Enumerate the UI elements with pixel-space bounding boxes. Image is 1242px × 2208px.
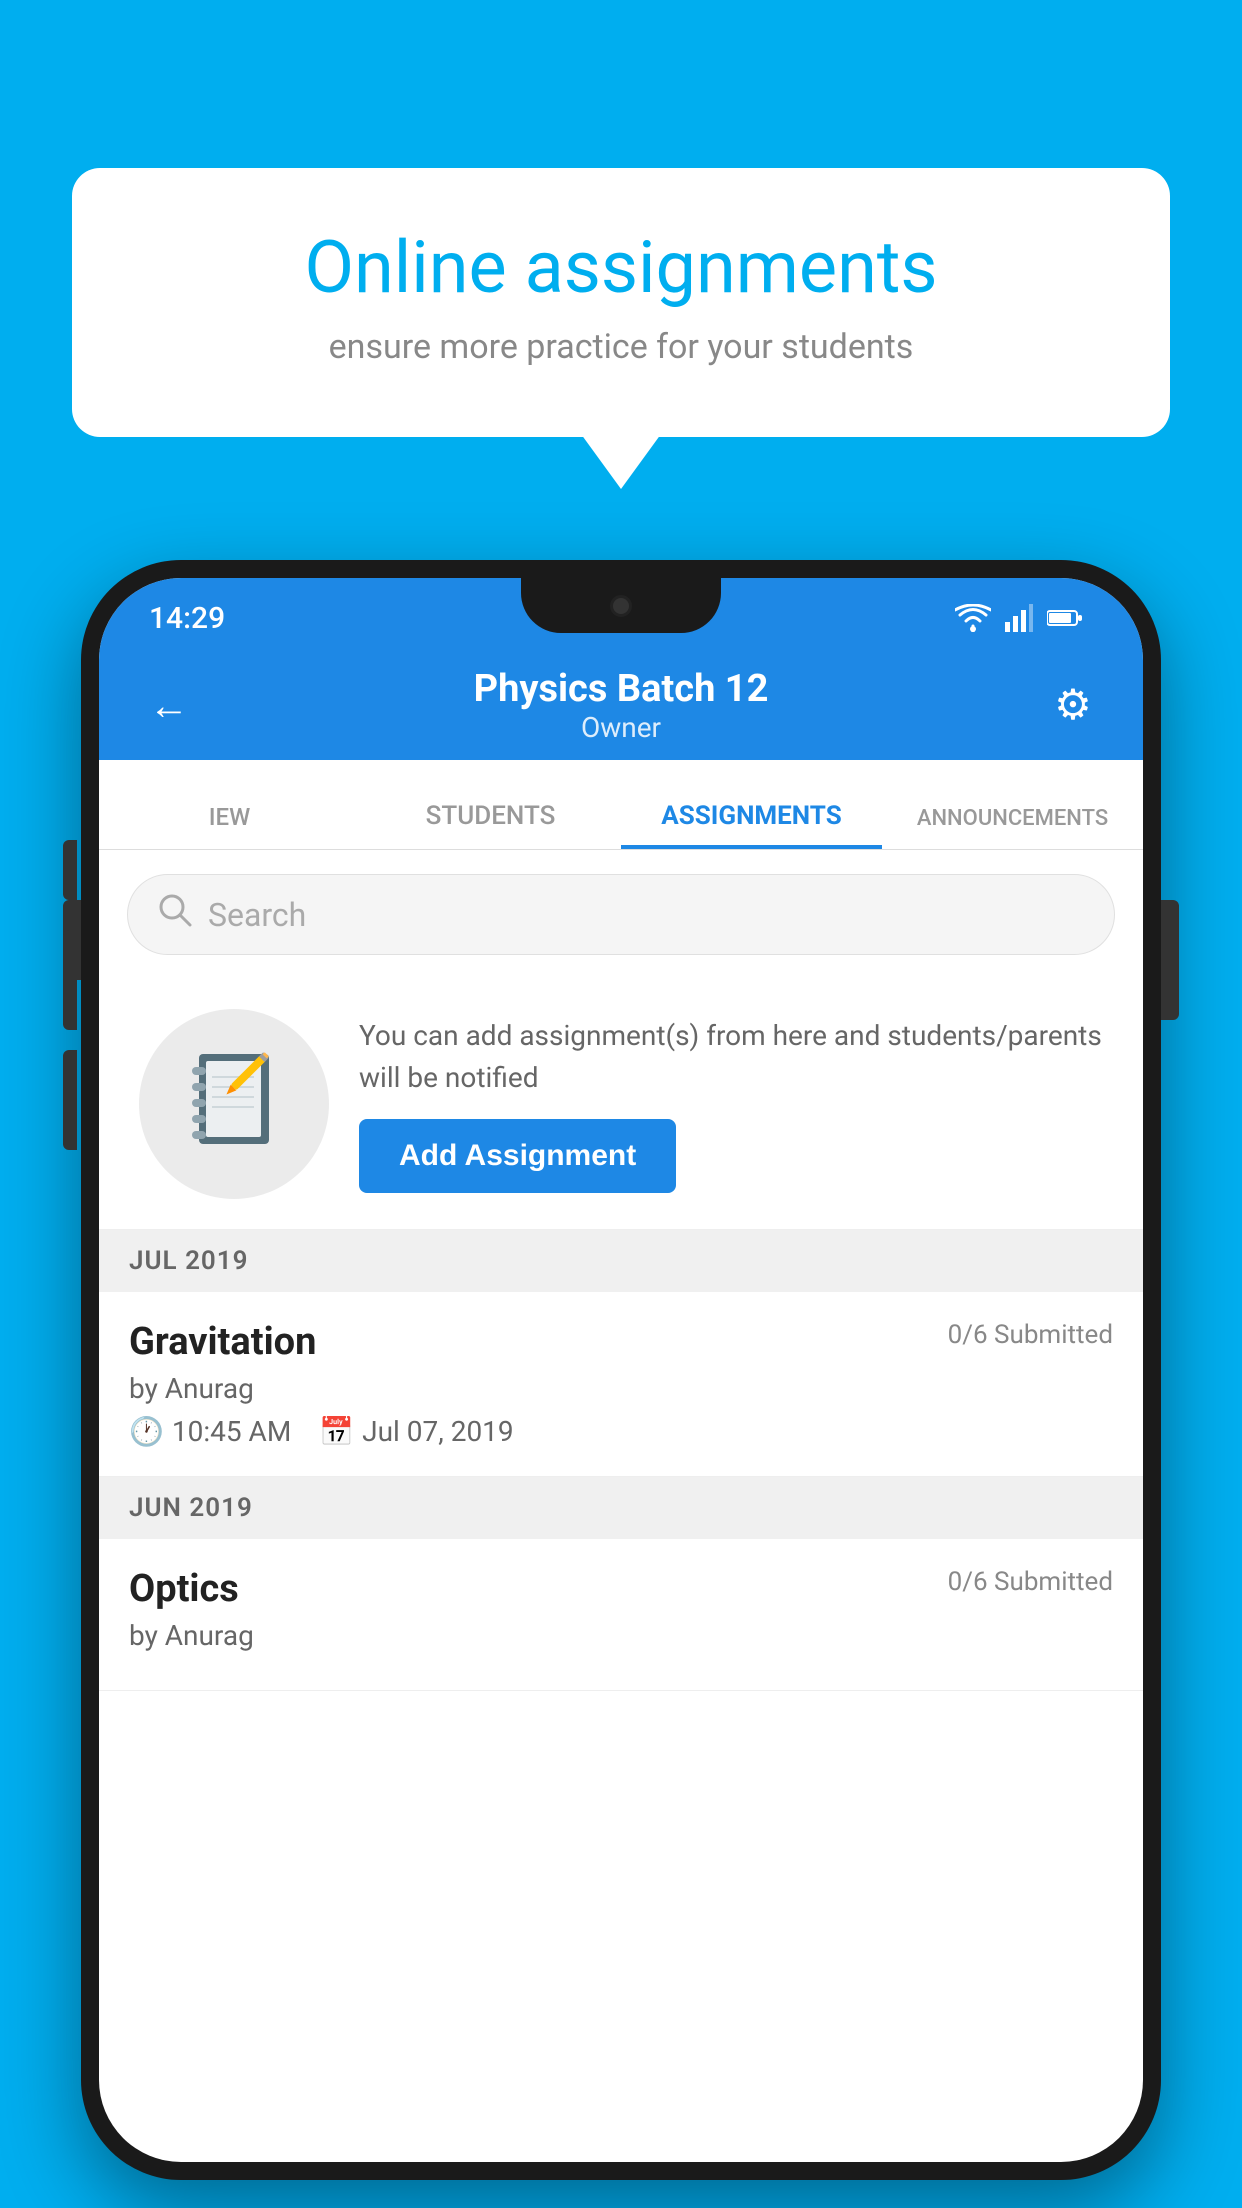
assignment-top: Gravitation 0/6 Submitted bbox=[129, 1320, 1113, 1364]
tab-iew[interactable]: IEW bbox=[99, 803, 360, 849]
front-camera bbox=[610, 595, 632, 617]
app-header: ← Physics Batch 12 Owner ⚙ bbox=[99, 650, 1143, 760]
phone-mockup: 14:29 bbox=[81, 560, 1161, 2180]
assignment-submitted-gravitation: 0/6 Submitted bbox=[948, 1320, 1113, 1350]
add-assignment-description: You can add assignment(s) from here and … bbox=[359, 1015, 1113, 1099]
section-jul-2019: JUL 2019 bbox=[99, 1230, 1143, 1292]
settings-button[interactable]: ⚙ bbox=[1043, 680, 1103, 730]
battery-icon bbox=[1047, 608, 1083, 628]
header-center: Physics Batch 12 Owner bbox=[199, 667, 1043, 744]
bubble-title: Online assignments bbox=[142, 228, 1100, 307]
assignment-date: Jul 07, 2019 bbox=[362, 1415, 514, 1448]
meta-time: 🕐 10:45 AM bbox=[129, 1415, 291, 1448]
assignment-optics[interactable]: Optics 0/6 Submitted by Anurag bbox=[99, 1539, 1143, 1691]
status-icons bbox=[955, 604, 1083, 632]
phone-notch bbox=[521, 578, 721, 633]
batch-title: Physics Batch 12 bbox=[199, 667, 1043, 711]
assignment-submitted-optics: 0/6 Submitted bbox=[948, 1567, 1113, 1597]
back-button[interactable]: ← bbox=[139, 682, 199, 729]
calendar-icon: 📅 bbox=[319, 1415, 354, 1448]
wifi-icon bbox=[955, 604, 991, 632]
bubble-subtitle: ensure more practice for your students bbox=[142, 327, 1100, 367]
notebook-icon bbox=[184, 1049, 284, 1159]
speech-bubble: Online assignments ensure more practice … bbox=[72, 168, 1170, 437]
tab-students[interactable]: STUDENTS bbox=[360, 801, 621, 849]
tabs-bar: IEW STUDENTS ASSIGNMENTS ANNOUNCEMENTS bbox=[99, 760, 1143, 850]
add-assignment-right: You can add assignment(s) from here and … bbox=[359, 1015, 1113, 1193]
phone-screen: 14:29 bbox=[99, 578, 1143, 2162]
assignment-meta-gravitation: 🕐 10:45 AM 📅 Jul 07, 2019 bbox=[129, 1415, 1113, 1448]
assignment-time: 10:45 AM bbox=[172, 1415, 291, 1448]
tab-announcements[interactable]: ANNOUNCEMENTS bbox=[882, 806, 1143, 849]
assignment-gravitation[interactable]: Gravitation 0/6 Submitted by Anurag 🕐 10… bbox=[99, 1292, 1143, 1477]
signal-icon bbox=[1005, 604, 1033, 632]
add-assignment-card: You can add assignment(s) from here and … bbox=[99, 979, 1143, 1230]
search-icon bbox=[158, 893, 192, 936]
assignment-author-optics: by Anurag bbox=[129, 1619, 1113, 1652]
content-area: Search bbox=[99, 850, 1143, 1691]
section-jun-2019: JUN 2019 bbox=[99, 1477, 1143, 1539]
search-bar[interactable]: Search bbox=[127, 874, 1115, 955]
assignment-author-gravitation: by Anurag bbox=[129, 1372, 1113, 1405]
add-assignment-button[interactable]: Add Assignment bbox=[359, 1119, 676, 1193]
tab-assignments[interactable]: ASSIGNMENTS bbox=[621, 801, 882, 849]
batch-role: Owner bbox=[199, 711, 1043, 744]
assignment-top-optics: Optics 0/6 Submitted bbox=[129, 1567, 1113, 1611]
notebook-icon-wrap bbox=[139, 1009, 329, 1199]
search-placeholder: Search bbox=[208, 896, 306, 934]
clock-icon: 🕐 bbox=[129, 1415, 164, 1448]
meta-date: 📅 Jul 07, 2019 bbox=[319, 1415, 513, 1448]
assignment-title-optics: Optics bbox=[129, 1567, 239, 1611]
status-time: 14:29 bbox=[149, 601, 225, 636]
assignment-title-gravitation: Gravitation bbox=[129, 1320, 316, 1364]
